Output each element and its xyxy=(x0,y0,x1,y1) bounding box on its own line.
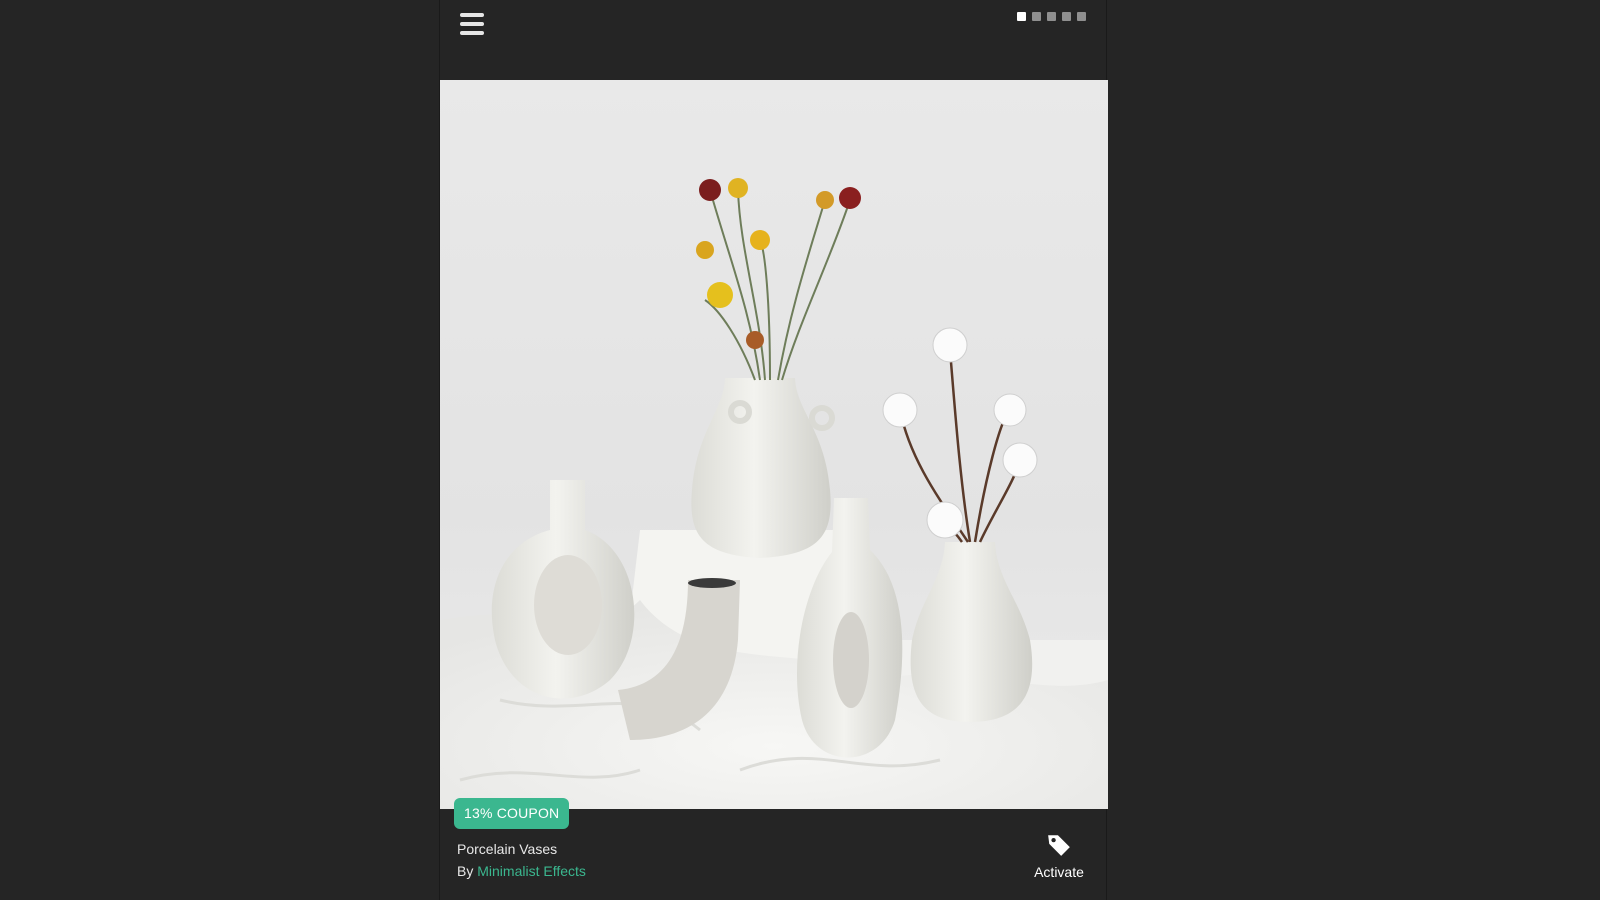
carousel-dot-4[interactable] xyxy=(1062,12,1071,21)
carousel-dot-2[interactable] xyxy=(1032,12,1041,21)
product-title: Porcelain Vases xyxy=(457,841,558,857)
activate-button[interactable]: Activate xyxy=(1029,832,1089,882)
coupon-badge[interactable]: 13% COUPON xyxy=(454,798,570,829)
by-prefix: By xyxy=(457,863,474,879)
product-image[interactable] xyxy=(440,80,1108,809)
carousel-indicator xyxy=(1017,12,1086,21)
brand-link[interactable]: Minimalist Effects xyxy=(477,863,586,879)
product-card: 13% COUPON Porcelain Vases By Minimalist… xyxy=(439,0,1108,900)
carousel-dot-3[interactable] xyxy=(1047,12,1056,21)
hamburger-menu-icon[interactable] xyxy=(460,12,484,36)
byline: By Minimalist Effects xyxy=(457,863,586,879)
tag-icon xyxy=(1048,835,1070,856)
carousel-dot-1[interactable] xyxy=(1017,12,1026,21)
carousel-dot-5[interactable] xyxy=(1077,12,1086,21)
activate-label: Activate xyxy=(1034,864,1084,880)
